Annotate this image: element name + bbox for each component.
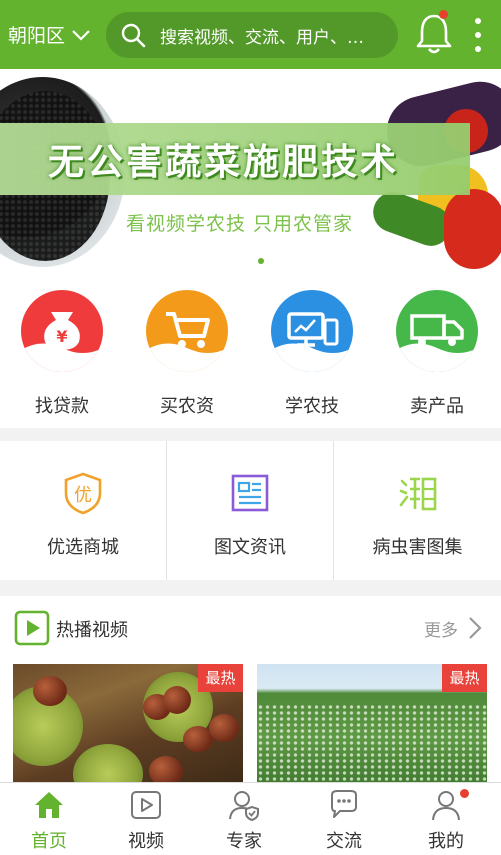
tab-label: 首页 xyxy=(31,831,67,852)
kebab-dot xyxy=(475,32,481,38)
video-card[interactable]: 最热 xyxy=(13,664,243,786)
hot-videos-header: 热播视频 更多 xyxy=(0,596,501,660)
service-loan[interactable]: ¥ 找贷款 xyxy=(12,290,112,418)
banner-title: 无公害蔬菜施肥技术 xyxy=(48,142,400,183)
service-label: 找贷款 xyxy=(35,396,89,417)
more-link[interactable]: 更多 xyxy=(424,616,458,641)
chevron-right-icon[interactable] xyxy=(468,616,482,640)
tab-label: 专家 xyxy=(226,831,262,852)
more-menu-button[interactable] xyxy=(471,18,485,52)
grid-item-mall[interactable]: 优 优选商城 xyxy=(0,441,166,580)
service-label: 买农资 xyxy=(160,396,214,417)
computer-icon xyxy=(271,290,353,372)
tab-video[interactable]: 视频 xyxy=(106,783,186,855)
shopping-cart-icon xyxy=(146,290,228,372)
hot-badge: 最热 xyxy=(198,664,243,692)
app-screen: 朝阳区 搜索视频、交流、用户、… 无公害蔬菜施肥技术 看视频学农技 只用农管家 xyxy=(0,0,501,855)
tab-label: 我的 xyxy=(428,831,464,852)
chevron-down-icon xyxy=(72,29,90,41)
chestnut xyxy=(209,714,239,742)
service-label: 卖产品 xyxy=(410,396,464,417)
grid-label: 优选商城 xyxy=(47,537,119,558)
expert-icon xyxy=(229,791,259,821)
truck-icon xyxy=(396,290,478,372)
pest-atlas-icon xyxy=(399,477,436,511)
shield-you-icon: 优 xyxy=(64,472,102,515)
tab-community[interactable]: 交流 xyxy=(304,783,384,855)
home-icon xyxy=(35,792,63,818)
chestnut-burr xyxy=(73,744,143,786)
search-placeholder: 搜索视频、交流、用户、… xyxy=(160,27,364,48)
grid-item-articles[interactable]: 图文资讯 xyxy=(167,441,333,580)
promo-banner[interactable]: 无公害蔬菜施肥技术 看视频学农技 只用农管家 xyxy=(0,69,501,272)
chat-icon xyxy=(331,790,357,818)
service-shortcuts: ¥ 找贷款 买农资 学农技 卖产品 xyxy=(0,272,501,428)
potato-field-image xyxy=(257,704,487,786)
top-bar: 朝阳区 搜索视频、交流、用户、… xyxy=(0,0,501,69)
service-label: 学农技 xyxy=(285,396,339,417)
bell-icon xyxy=(416,14,452,54)
hot-badge: 最热 xyxy=(442,664,487,692)
grid-item-pest-atlas[interactable]: 病虫害图集 xyxy=(334,441,501,580)
banner-page-indicator xyxy=(258,258,264,264)
notification-button[interactable] xyxy=(414,10,454,56)
function-grid: 优 优选商城 图文资讯 病虫害图集 xyxy=(0,441,501,580)
hot-videos-section: 热播视频 更多 最热 最热 xyxy=(0,596,501,786)
profile-icon xyxy=(432,791,460,821)
tab-label: 交流 xyxy=(326,831,362,852)
chestnut xyxy=(33,676,67,706)
money-bag-icon: ¥ xyxy=(21,290,103,372)
grid-label: 病虫害图集 xyxy=(372,537,463,558)
banner-slogan: 看视频学农技 只用农管家 xyxy=(126,213,354,235)
bottom-tab-bar: 首页 视频 专家 交流 我的 xyxy=(0,782,501,855)
notification-dot xyxy=(460,789,469,798)
tab-mine[interactable]: 我的 xyxy=(406,783,486,855)
district-selector[interactable]: 朝阳区 xyxy=(8,21,104,48)
tab-home[interactable]: 首页 xyxy=(9,783,89,855)
notification-dot xyxy=(439,10,448,19)
play-icon xyxy=(14,610,50,646)
video-icon xyxy=(131,791,161,819)
search-icon xyxy=(121,23,146,48)
svg-text:优: 优 xyxy=(74,485,92,506)
service-learn-tech[interactable]: 学农技 xyxy=(262,290,362,418)
kebab-dot xyxy=(475,18,481,24)
video-card[interactable]: 最热 xyxy=(257,664,487,786)
kebab-dot xyxy=(475,46,481,52)
search-box[interactable]: 搜索视频、交流、用户、… xyxy=(106,12,398,58)
article-icon xyxy=(231,474,269,512)
service-buy-supplies[interactable]: 买农资 xyxy=(137,290,237,418)
svg-text:¥: ¥ xyxy=(56,327,67,346)
service-sell-products[interactable]: 卖产品 xyxy=(387,290,487,418)
chestnut xyxy=(163,686,191,714)
district-label: 朝阳区 xyxy=(8,25,66,47)
pepper-image xyxy=(444,189,501,269)
grid-label: 图文资讯 xyxy=(214,537,286,558)
tab-label: 视频 xyxy=(128,831,164,852)
section-title: 热播视频 xyxy=(56,620,128,641)
tab-expert[interactable]: 专家 xyxy=(204,783,284,855)
